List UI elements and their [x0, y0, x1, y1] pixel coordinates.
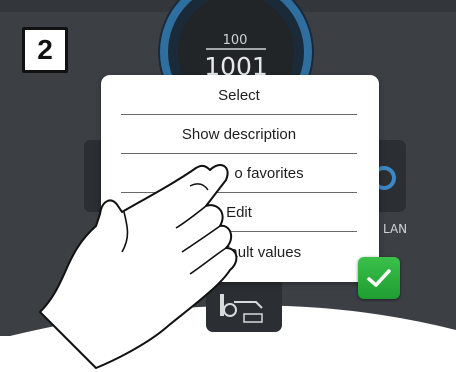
pointing-hand-icon [39, 164, 238, 369]
